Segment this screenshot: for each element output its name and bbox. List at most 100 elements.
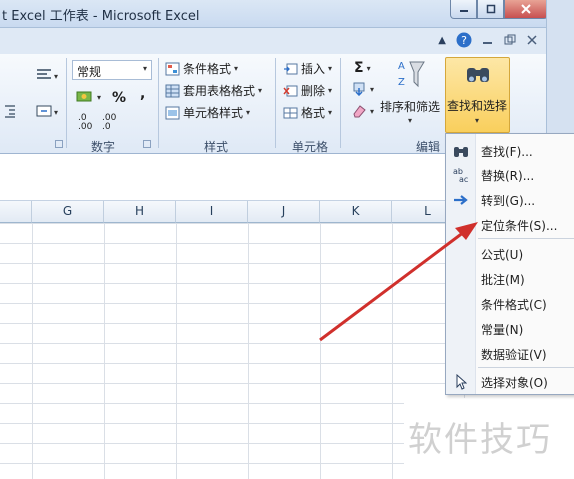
close-button[interactable] — [504, 0, 548, 19]
window-title: t Excel 工作表 - Microsoft Excel — [2, 9, 200, 24]
chevron-down-icon: ▾ — [475, 116, 480, 125]
increase-decimal-label: .0 .00 — [78, 113, 93, 132]
menu-item-label: 批注(M) — [481, 272, 525, 287]
menu-item-label: 替换(R)... — [481, 168, 535, 183]
collapse-ribbon-icon[interactable]: ▲ — [438, 35, 446, 46]
column-header-k[interactable]: K — [320, 201, 392, 223]
chevron-down-icon: ▾ — [408, 116, 413, 125]
ribbon-help-controls: ▲ ? — [438, 32, 538, 48]
menu-item-find[interactable]: 查找(F)... — [446, 139, 574, 163]
column-header-g[interactable]: G — [32, 201, 104, 223]
grid-line — [176, 223, 177, 479]
group-separator — [158, 58, 159, 148]
column-header-i[interactable]: I — [176, 201, 248, 223]
menu-separator — [478, 367, 574, 368]
chevron-down-icon: ▾ — [234, 64, 239, 73]
menu-item-label: 转到(G)... — [481, 193, 536, 208]
format-button[interactable]: 格式 ▾ — [283, 104, 332, 121]
restore-workbook-icon[interactable] — [504, 34, 516, 46]
menu-item-label: 选择对象(O) — [481, 375, 548, 390]
replace-icon: abac — [453, 167, 468, 183]
grid-line — [32, 223, 33, 479]
chevron-down-icon: ▾ — [246, 108, 251, 117]
table-format-icon — [165, 84, 180, 97]
group-label-cells: 单元格 — [292, 140, 329, 154]
minimize-workbook-icon[interactable] — [482, 34, 494, 46]
menu-item-label: 定位条件(S)... — [481, 218, 558, 233]
accounting-format-button[interactable]: ▾ — [76, 90, 101, 104]
delete-button[interactable]: 删除 ▾ — [283, 82, 332, 99]
sort-filter-icon: A Z — [398, 61, 425, 88]
menu-item-label: 数据验证(V) — [481, 347, 547, 362]
increase-decimal-button[interactable]: .0 .00 — [78, 114, 102, 132]
group-label-editing: 编辑 — [416, 140, 441, 154]
cell-styles-icon — [165, 106, 180, 119]
merge-cells-icon[interactable] — [36, 104, 52, 118]
grid-line — [320, 223, 321, 479]
wrap-dropdown-icon[interactable]: ▾ — [54, 72, 58, 81]
fill-down-icon — [353, 82, 365, 96]
currency-icon — [76, 91, 92, 102]
number-format-value: 常规 — [77, 65, 102, 79]
chevron-down-icon: ▾ — [370, 84, 375, 94]
close-icon — [521, 4, 531, 14]
menu-item-data-validation[interactable]: 数据验证(V) — [446, 342, 574, 366]
insert-button[interactable]: 插入 ▾ — [283, 60, 332, 77]
grid-line — [392, 223, 393, 479]
autosum-button[interactable]: Σ ▾ — [354, 60, 371, 76]
svg-text:Z: Z — [398, 77, 405, 88]
clear-button[interactable]: ▾ — [352, 104, 374, 118]
alignment-launcher[interactable] — [55, 140, 63, 148]
minimize-button[interactable] — [450, 0, 477, 19]
comma-button[interactable]: , — [140, 86, 145, 102]
help-icon[interactable]: ? — [456, 32, 472, 48]
menu-item-goto[interactable]: 转到(G)... — [446, 188, 574, 212]
binoculars-icon — [467, 68, 489, 82]
restore-icon — [486, 4, 495, 14]
menu-item-comments[interactable]: 批注(M) — [446, 267, 574, 291]
currency-dropdown-icon: ▾ — [97, 92, 102, 102]
decrease-decimal-button[interactable]: .00 .0 — [102, 114, 126, 132]
grid-line — [104, 223, 105, 479]
autosum-icon: Σ — [354, 60, 364, 76]
indent-icon[interactable] — [4, 104, 16, 118]
number-format-select[interactable]: 常规 ▾ — [72, 60, 152, 80]
cell-styles-label: 单元格样式 — [183, 106, 244, 120]
find-select-menu: 查找(F)... ab ac 替换(R)... 转到(G)... 定位条件(S).… — [445, 133, 574, 395]
svg-text:ac: ac — [459, 175, 468, 183]
group-label-number: 数字 — [91, 140, 116, 154]
group-separator — [66, 58, 67, 148]
svg-text:A: A — [398, 61, 405, 72]
column-header-h[interactable]: H — [104, 201, 176, 223]
close-workbook-icon[interactable] — [526, 34, 538, 46]
format-as-table-label: 套用表格格式 — [183, 84, 256, 98]
menu-item-goto-special[interactable]: 定位条件(S)... — [446, 213, 574, 237]
percent-button[interactable]: % — [112, 90, 126, 106]
menu-item-select-objects[interactable]: 选择对象(O) — [446, 370, 574, 394]
grid-line — [248, 223, 249, 479]
column-header-j[interactable]: J — [248, 201, 320, 223]
menu-item-label: 条件格式(C) — [481, 297, 547, 312]
menu-item-conditional-formatting[interactable]: 条件格式(C) — [446, 292, 574, 316]
chevron-down-icon: ▾ — [328, 86, 333, 95]
conditional-format-button[interactable]: 条件格式 ▾ — [165, 60, 238, 77]
merge-dropdown-icon[interactable]: ▾ — [54, 108, 58, 117]
format-as-table-button[interactable]: 套用表格格式 ▾ — [165, 82, 262, 99]
sort-filter-button[interactable]: A Z 排序和筛选 ▾ — [380, 58, 442, 136]
wrap-text-icon[interactable] — [36, 68, 52, 82]
find-select-button[interactable]: 查找和选择 ▾ — [445, 57, 510, 133]
chevron-down-icon: ▾ — [366, 63, 371, 73]
column-header-partial[interactable] — [0, 201, 32, 223]
menu-item-formulas[interactable]: 公式(U) — [446, 242, 574, 266]
cell-styles-button[interactable]: 单元格样式 ▾ — [165, 104, 250, 121]
menu-item-constants[interactable]: 常量(N) — [446, 317, 574, 341]
fill-button[interactable]: ▾ — [352, 82, 374, 96]
format-cells-icon — [283, 107, 298, 118]
delete-label: 删除 — [301, 84, 326, 98]
title-bar: t Excel 工作表 - Microsoft Excel — [0, 0, 574, 28]
menu-item-replace[interactable]: ab ac 替换(R)... — [446, 163, 574, 187]
format-label: 格式 — [301, 106, 326, 120]
maximize-button[interactable] — [477, 0, 504, 19]
number-launcher[interactable] — [143, 140, 151, 148]
binoculars-icon — [454, 147, 468, 157]
